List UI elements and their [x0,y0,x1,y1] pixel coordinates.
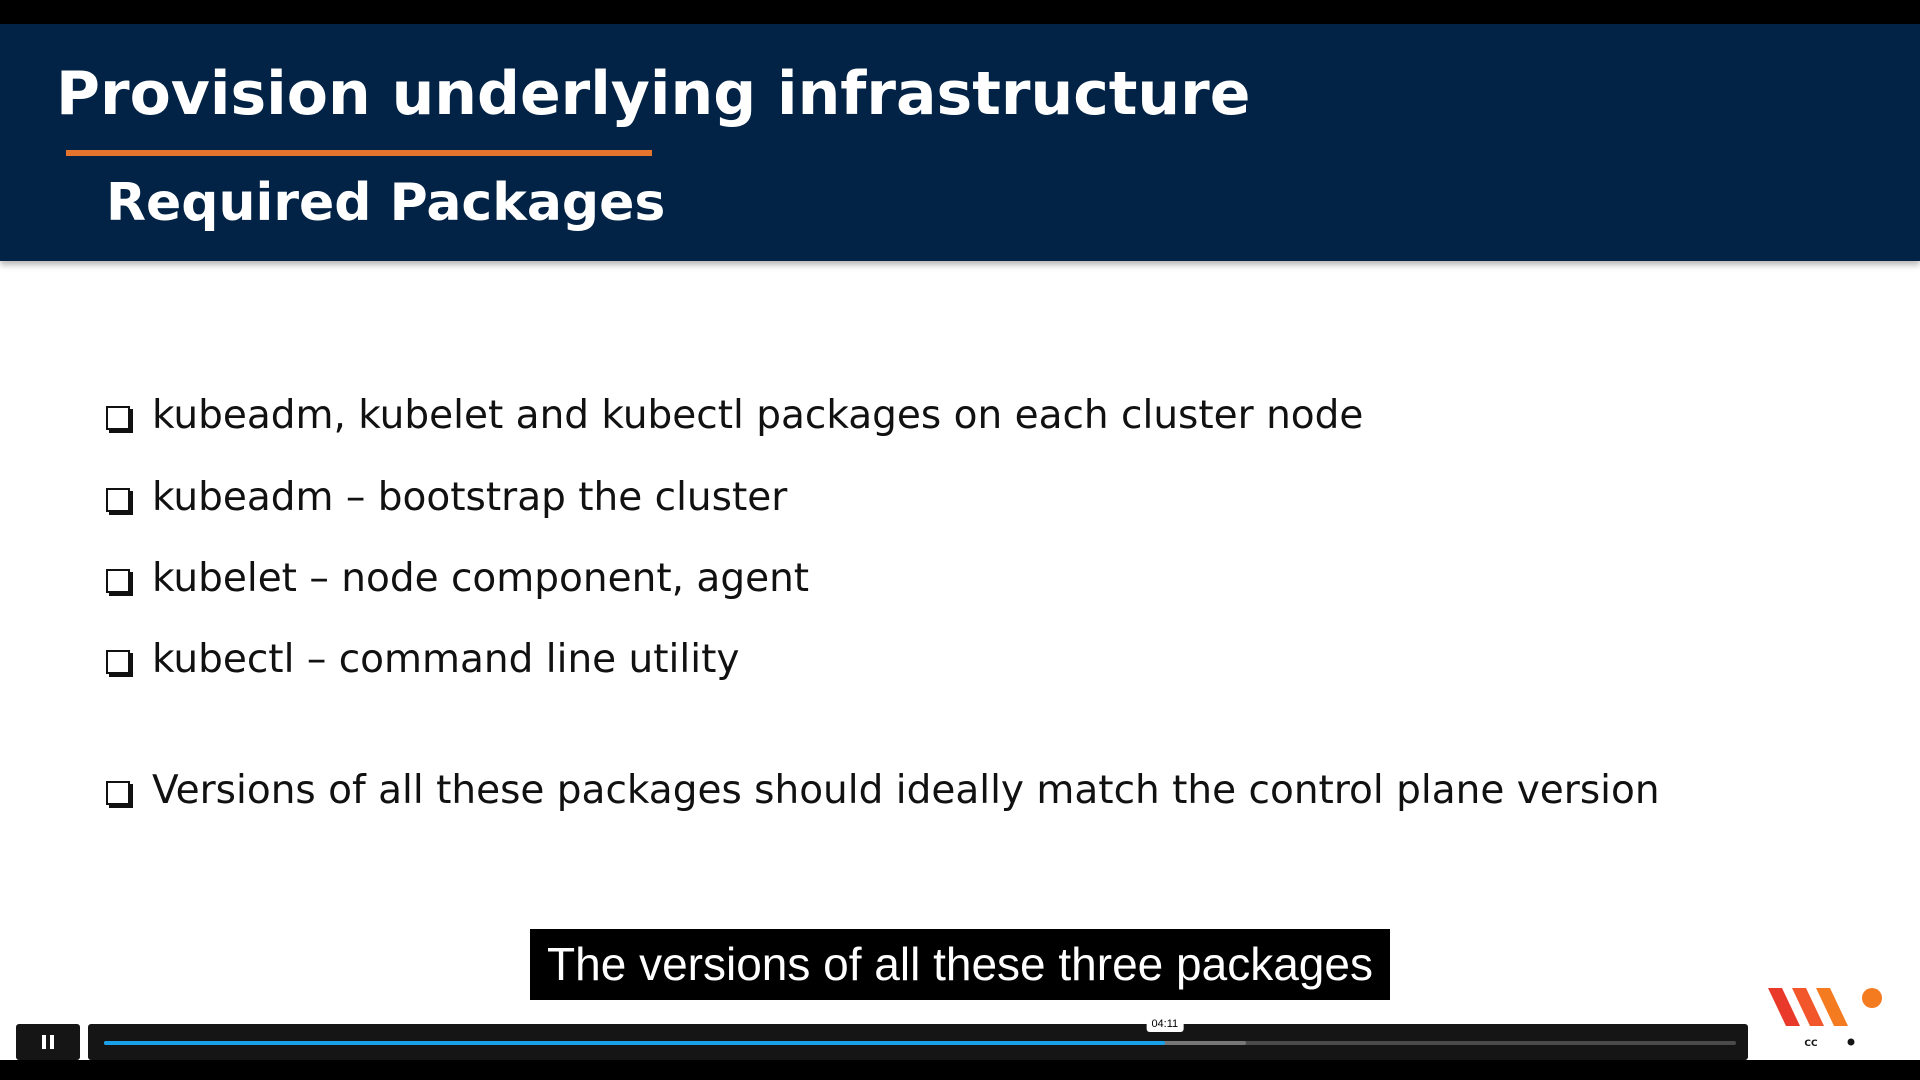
current-time-tooltip: 04:11 [1146,1016,1184,1032]
bullet-text: kubeadm – bootstrap the cluster [152,475,788,520]
bullet-text: kubeadm, kubelet and kubectl packages on… [152,393,1364,438]
brand-logo-icon [1768,988,1882,1026]
captions-button[interactable]: CC [1796,1027,1826,1057]
subtitle-caption: The versions of all these three packages [530,929,1390,1000]
video-player[interactable]: Provision underlying infrastructure Requ… [0,0,1920,1080]
player-controls: 04:11 CC [0,1016,1920,1060]
settings-button[interactable] [1836,1027,1866,1057]
progress-track[interactable] [104,1041,1736,1045]
pause-icon [42,1035,54,1049]
slide: Provision underlying infrastructure Requ… [0,24,1920,1060]
checkbox-bullet-icon [106,650,130,674]
control-icons: CC [1756,1024,1906,1060]
bullet-item: kubeadm, kubelet and kubectl packages on… [106,388,1363,444]
settings-icon [1839,1030,1863,1054]
captions-icon: CC [1799,1033,1823,1051]
slide-header: Provision underlying infrastructure Requ… [0,24,1920,261]
bullet-item: kubeadm – bootstrap the cluster [106,470,787,526]
checkbox-bullet-icon [106,569,130,593]
exit-fullscreen-button[interactable] [1876,1027,1906,1057]
bullet-item: kubectl – command line utility [106,632,739,688]
title-underline [66,150,652,156]
seek-bar[interactable]: 04:11 [88,1016,1748,1060]
bullet-text: kubectl – command line utility [152,637,740,682]
volume-button[interactable] [1756,1027,1786,1057]
volume-icon [1760,1033,1781,1051]
exit-fullscreen-icon [1880,1031,1902,1053]
slide-title: Provision underlying infrastructure [56,59,1251,129]
checkbox-bullet-icon [106,406,130,430]
bullet-item: kubelet – node component, agent [106,551,809,607]
checkbox-bullet-icon [106,781,130,805]
bullet-text: kubelet – node component, agent [152,556,810,601]
progress-played [104,1041,1165,1045]
slide-subtitle: Required Packages [106,173,666,233]
pause-button[interactable] [16,1024,80,1060]
bullet-text: Versions of all these packages should id… [152,768,1660,813]
bullet-item: Versions of all these packages should id… [106,763,1660,819]
checkbox-bullet-icon [106,488,130,512]
svg-text:CC: CC [1804,1039,1818,1049]
